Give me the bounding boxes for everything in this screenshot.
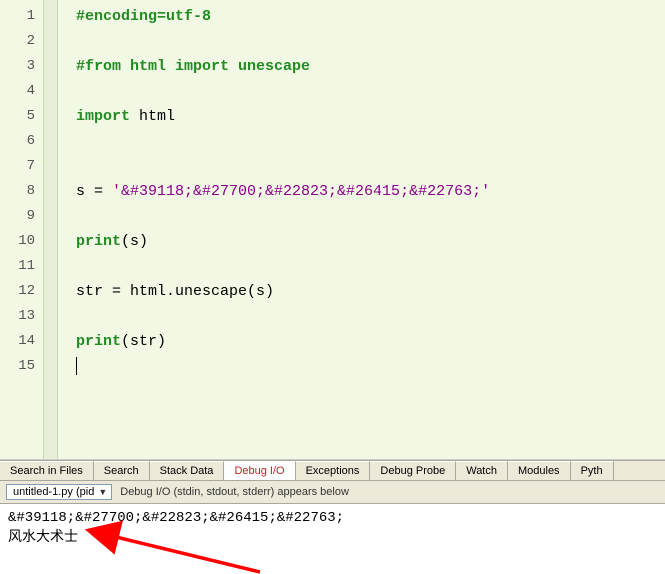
tab-debug-i-o[interactable]: Debug I/O [224, 461, 295, 480]
line-number: 3 [0, 54, 43, 79]
line-number: 7 [0, 154, 43, 179]
line-number: 9 [0, 204, 43, 229]
line-number: 8 [0, 179, 43, 204]
code-line[interactable] [76, 154, 665, 179]
code-token: #from html import unescape [76, 58, 310, 75]
code-line[interactable]: s = '&#39118;&#27700;&#22823;&#26415;&#2… [76, 179, 665, 204]
tab-stack-data[interactable]: Stack Data [150, 461, 225, 480]
line-number: 2 [0, 29, 43, 54]
code-line[interactable] [76, 254, 665, 279]
code-token: print [76, 233, 121, 250]
code-token: html [130, 108, 175, 125]
code-content[interactable]: #encoding=utf-8 #from html import unesca… [58, 0, 665, 459]
line-number: 11 [0, 254, 43, 279]
line-number: 4 [0, 79, 43, 104]
process-dropdown[interactable]: untitled-1.py (pid ▼ [6, 484, 112, 500]
fold-column [44, 0, 58, 459]
debug-output[interactable]: &#39118;&#27700;&#22823;&#26415;&#22763;… [0, 504, 665, 574]
bottom-tabs: Search in FilesSearchStack DataDebug I/O… [0, 460, 665, 481]
line-number: 5 [0, 104, 43, 129]
code-line[interactable] [76, 79, 665, 104]
code-line[interactable] [76, 204, 665, 229]
line-number: 15 [0, 354, 43, 379]
line-number: 10 [0, 229, 43, 254]
code-token: '&#39118;&#27700;&#22823;&#26415;&#22763… [112, 183, 490, 200]
code-token: (str) [121, 333, 166, 350]
debug-hint-text: Debug I/O (stdin, stdout, stderr) appear… [120, 486, 349, 498]
line-number: 14 [0, 329, 43, 354]
tab-exceptions[interactable]: Exceptions [296, 461, 371, 480]
process-dropdown-label: untitled-1.py (pid [13, 486, 94, 498]
code-token: s = [76, 183, 112, 200]
tab-watch[interactable]: Watch [456, 461, 508, 480]
code-line[interactable]: import html [76, 104, 665, 129]
code-line[interactable]: print(s) [76, 229, 665, 254]
code-token: (s) [121, 233, 148, 250]
code-line[interactable] [76, 354, 665, 379]
line-gutter: 123456789101112131415 [0, 0, 44, 459]
output-line: 风水大术士 [8, 528, 657, 548]
chevron-down-icon: ▼ [98, 487, 107, 497]
line-number: 12 [0, 279, 43, 304]
line-number: 6 [0, 129, 43, 154]
code-line[interactable]: print(str) [76, 329, 665, 354]
code-line[interactable]: #from html import unescape [76, 54, 665, 79]
line-number: 1 [0, 4, 43, 29]
code-token: print [76, 333, 121, 350]
output-line: &#39118;&#27700;&#22823;&#26415;&#22763; [8, 508, 657, 528]
code-line[interactable]: #encoding=utf-8 [76, 4, 665, 29]
code-token: import [76, 108, 130, 125]
tab-search[interactable]: Search [94, 461, 150, 480]
code-token: str = html.unescape(s) [76, 283, 274, 300]
tab-pyth[interactable]: Pyth [571, 461, 614, 480]
code-editor[interactable]: 123456789101112131415 #encoding=utf-8 #f… [0, 0, 665, 460]
tab-search-in-files[interactable]: Search in Files [0, 461, 94, 480]
tab-debug-probe[interactable]: Debug Probe [370, 461, 456, 480]
debug-toolbar: untitled-1.py (pid ▼ Debug I/O (stdin, s… [0, 481, 665, 504]
code-line[interactable]: str = html.unescape(s) [76, 279, 665, 304]
code-token: #encoding=utf-8 [76, 8, 211, 25]
line-number: 13 [0, 304, 43, 329]
text-cursor [76, 357, 77, 375]
code-line[interactable] [76, 129, 665, 154]
tab-modules[interactable]: Modules [508, 461, 571, 480]
code-line[interactable] [76, 29, 665, 54]
code-line[interactable] [76, 304, 665, 329]
